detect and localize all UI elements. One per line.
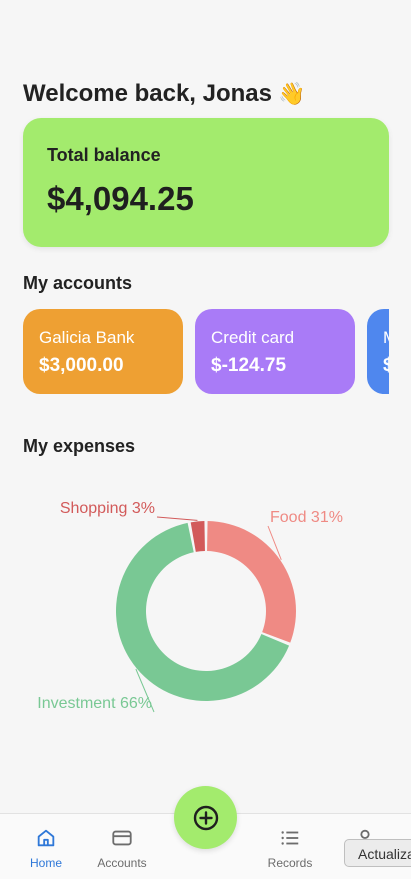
donut-label-food: Food 31%: [270, 509, 343, 526]
home-icon: [37, 829, 55, 847]
welcome-heading: Welcome back, Jonas 👋: [23, 80, 305, 108]
expenses-section-title: My expenses: [23, 436, 136, 456]
account-balance: $: [383, 355, 389, 376]
donut-leader-line: [156, 516, 198, 521]
total-balance-card: Total balance $4,094.25: [23, 118, 389, 247]
credit-card-icon: [112, 830, 132, 846]
account-card-galicia-bank[interactable]: Galicia Bank $3,000.00: [23, 309, 183, 394]
welcome-text: Welcome back, Jonas: [23, 80, 272, 107]
account-balance: $-124.75: [211, 355, 287, 376]
donut-slice-shopping: [190, 521, 205, 552]
expenses-donut-chart: Food 31% Investment 66% Shopping 3%: [0, 470, 411, 730]
nav-label: Accounts: [97, 856, 147, 870]
plus-circle-icon: [193, 805, 218, 830]
add-record-button[interactable]: [174, 786, 237, 849]
donut-label-investment: Investment 66%: [37, 695, 152, 712]
account-name: M: [383, 328, 389, 348]
refresh-tooltip: Actualizar: [344, 839, 411, 867]
nav-item-home[interactable]: Home: [8, 814, 84, 879]
account-name: Credit card: [211, 328, 295, 347]
accounts-carousel[interactable]: Galicia Bank $3,000.00 Credit card $-124…: [23, 309, 389, 395]
account-name: Galicia Bank: [39, 328, 135, 347]
expenses-donut-svg: Food 31% Investment 66% Shopping 3%: [37, 500, 343, 713]
total-balance-value: $4,094.25: [47, 180, 194, 217]
account-card-credit-card[interactable]: Credit card $-124.75: [195, 309, 355, 394]
donut-slice-food: [207, 521, 296, 643]
nav-label: Records: [267, 856, 313, 870]
nav-label: Home: [29, 856, 62, 870]
list-icon: [281, 831, 299, 845]
account-card-partial[interactable]: M $: [367, 309, 389, 394]
total-balance-label: Total balance: [47, 145, 161, 165]
nav-item-records[interactable]: Records: [252, 814, 328, 879]
donut-label-shopping: Shopping 3%: [60, 500, 155, 517]
accounts-section-title: My accounts: [23, 273, 133, 293]
account-balance: $3,000.00: [39, 355, 124, 376]
nav-item-accounts[interactable]: Accounts: [84, 814, 160, 879]
waving-hand-icon: 👋: [278, 81, 306, 106]
